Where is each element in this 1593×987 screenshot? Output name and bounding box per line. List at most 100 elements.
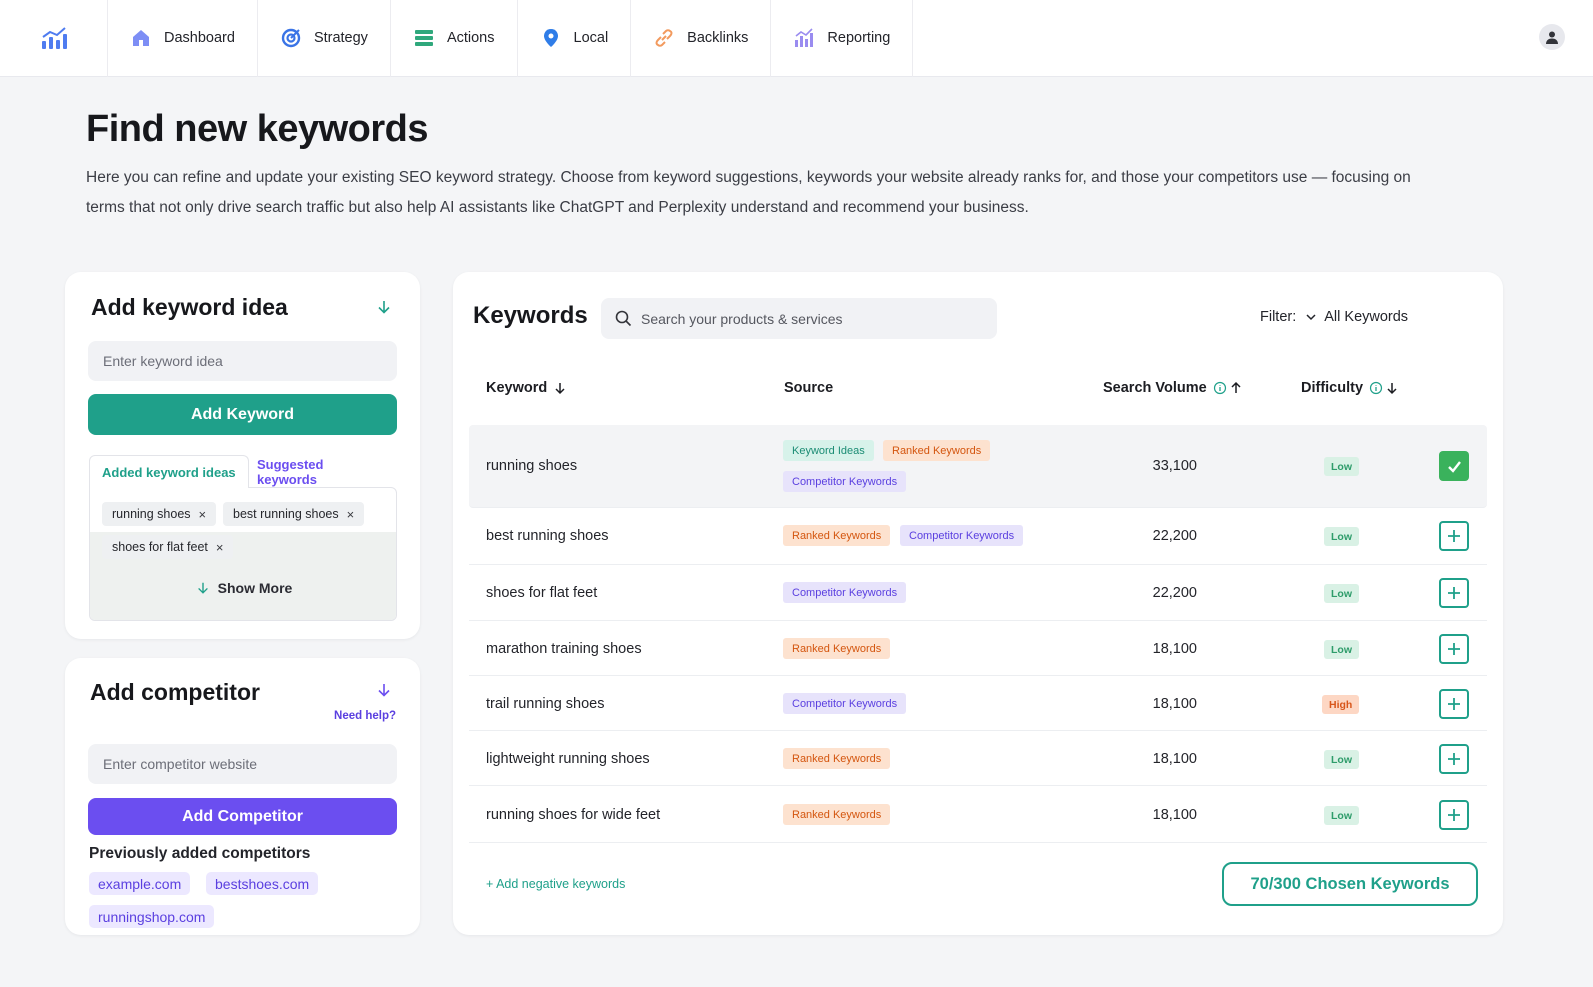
arrow-down-icon (197, 582, 208, 594)
source-tag: Keyword Ideas (783, 440, 874, 461)
nav-item-actions[interactable]: Actions (391, 0, 518, 77)
nav-item-label: Actions (446, 30, 495, 46)
plus-icon (1448, 530, 1460, 542)
column-header-difficulty[interactable]: Difficulty (1301, 380, 1399, 396)
keyword-idea-placeholder: Enter keyword idea (103, 353, 223, 369)
table-row[interactable]: best running shoes Ranked Keywords Compe… (469, 508, 1487, 565)
filter-label: Filter: (1260, 309, 1297, 325)
selected-checkbox[interactable] (1439, 451, 1469, 481)
add-keyword-button[interactable]: Add Keyword (88, 394, 397, 435)
arrow-down-icon[interactable] (376, 682, 392, 698)
competitor-pill[interactable]: runningshop.com (89, 905, 215, 928)
keyword-idea-input[interactable]: Enter keyword idea (88, 341, 397, 381)
info-icon[interactable] (1369, 381, 1383, 395)
nav-item-label: Backlinks (687, 30, 749, 46)
added-keywords-panel: running shoes × best running shoes × sho… (89, 487, 397, 621)
column-header-source: Source (784, 380, 833, 396)
filter-dropdown[interactable]: Filter: All Keywords (1260, 309, 1408, 325)
search-placeholder: Search your products & services (641, 310, 843, 327)
need-help-link[interactable]: Need help? (334, 710, 396, 722)
source-tag: Ranked Keywords (783, 804, 891, 825)
difficulty-badge: Low (1324, 750, 1359, 769)
table-row[interactable]: running shoes for wide feet Ranked Keywo… (469, 786, 1487, 843)
chart-logo[interactable] (0, 0, 108, 77)
plus-icon (1448, 698, 1460, 710)
difficulty-badge: Low (1324, 457, 1359, 476)
search-volume-cell: 18,100 (1152, 807, 1197, 823)
table-row[interactable]: running shoes Keyword Ideas Ranked Keywo… (469, 425, 1487, 508)
chosen-keywords-button[interactable]: 70/300 Chosen Keywords (1222, 862, 1478, 906)
info-icon[interactable] (1213, 381, 1227, 395)
source-tag: Ranked Keywords (883, 440, 991, 461)
add-keyword-plus-button[interactable] (1439, 578, 1469, 608)
source-tag: Ranked Keywords (783, 748, 891, 769)
source-tag: Ranked Keywords (783, 525, 891, 546)
column-header-keyword[interactable]: Keyword (486, 380, 567, 396)
plus-icon (1448, 753, 1460, 765)
add-negative-keywords-link[interactable]: + Add negative keywords (486, 877, 625, 891)
close-icon[interactable]: × (347, 507, 355, 522)
filter-value: All Keywords (1324, 309, 1409, 325)
source-tag: Ranked Keywords (783, 638, 891, 659)
column-label: Source (784, 380, 834, 396)
add-keyword-plus-button[interactable] (1439, 521, 1469, 551)
search-icon (615, 310, 632, 327)
add-keyword-plus-button[interactable] (1439, 634, 1469, 664)
search-volume-cell: 18,100 (1152, 641, 1197, 657)
arrow-down-icon[interactable] (376, 299, 392, 315)
keyword-chip: best running shoes × (223, 502, 365, 526)
nav-item-strategy[interactable]: Strategy (258, 0, 391, 77)
keyword-chip: running shoes × (102, 502, 217, 526)
tab-added-keyword-ideas[interactable]: Added keyword ideas (89, 455, 249, 488)
keyword-cell: lightweight running shoes (486, 751, 650, 767)
add-keyword-plus-button[interactable] (1439, 800, 1469, 830)
sort-down-icon (1387, 383, 1397, 395)
page-title: Find new keywords (86, 108, 429, 150)
search-volume-cell: 33,100 (1152, 458, 1197, 474)
add-keyword-plus-button[interactable] (1439, 744, 1469, 774)
table-row[interactable]: lightweight running shoes Ranked Keyword… (469, 731, 1487, 786)
keyword-tabs: Added keyword ideas Suggested keywords r… (89, 455, 397, 621)
nav-item-dashboard[interactable]: Dashboard (108, 0, 258, 77)
difficulty-badge: Low (1324, 640, 1359, 659)
location-pin-icon (543, 29, 558, 47)
table-row[interactable]: trail running shoes Competitor Keywords … (469, 676, 1487, 731)
nav-item-reporting[interactable]: Reporting (771, 0, 914, 77)
add-keyword-plus-button[interactable] (1439, 689, 1469, 719)
plus-icon (1448, 809, 1460, 821)
source-tag: Competitor Keywords (783, 471, 907, 492)
close-icon[interactable]: × (216, 540, 224, 555)
user-icon (1546, 31, 1558, 44)
search-volume-cell: 18,100 (1152, 696, 1197, 712)
close-icon[interactable]: × (199, 507, 207, 522)
sort-up-icon (1231, 381, 1241, 393)
chip-label: shoes for flat feet (112, 540, 208, 554)
tab-suggested-keywords[interactable]: Suggested keywords (245, 455, 397, 488)
competitor-pill[interactable]: example.com (89, 872, 191, 895)
previous-competitors-title: Previously added competitors (89, 845, 311, 862)
sort-down-icon (555, 383, 565, 395)
table-row[interactable]: marathon training shoes Ranked Keywords … (469, 621, 1487, 676)
keywords-table-card: Keywords Search your products & services… (453, 272, 1503, 935)
nav-item-backlinks[interactable]: Backlinks (631, 0, 772, 77)
competitor-website-input[interactable]: Enter competitor website (88, 744, 397, 784)
column-label: Difficulty (1301, 380, 1364, 396)
keyword-search-input[interactable]: Search your products & services (601, 298, 997, 339)
show-more-button[interactable]: Show More (90, 580, 396, 596)
nav-item-label: Local (573, 30, 609, 46)
keywords-title: Keywords (473, 302, 588, 329)
keyword-cell: running shoes (486, 458, 578, 474)
add-competitor-button[interactable]: Add Competitor (88, 798, 397, 835)
column-header-search-volume[interactable]: Search Volume (1103, 380, 1243, 396)
difficulty-badge: Low (1324, 527, 1359, 546)
competitor-website-placeholder: Enter competitor website (103, 756, 258, 772)
keyword-cell: shoes for flat feet (486, 585, 598, 601)
competitor-pill[interactable]: bestshoes.com (206, 872, 319, 895)
user-avatar[interactable] (1539, 24, 1565, 50)
table-row[interactable]: shoes for flat feet Competitor Keywords … (469, 565, 1487, 621)
add-competitor-title: Add competitor (90, 679, 260, 705)
keyword-cell: best running shoes (486, 528, 609, 544)
nav-item-local[interactable]: Local (518, 0, 632, 77)
add-keyword-idea-title: Add keyword idea (91, 294, 288, 320)
add-keyword-idea-card: Add keyword idea Enter keyword idea Add … (65, 272, 420, 639)
